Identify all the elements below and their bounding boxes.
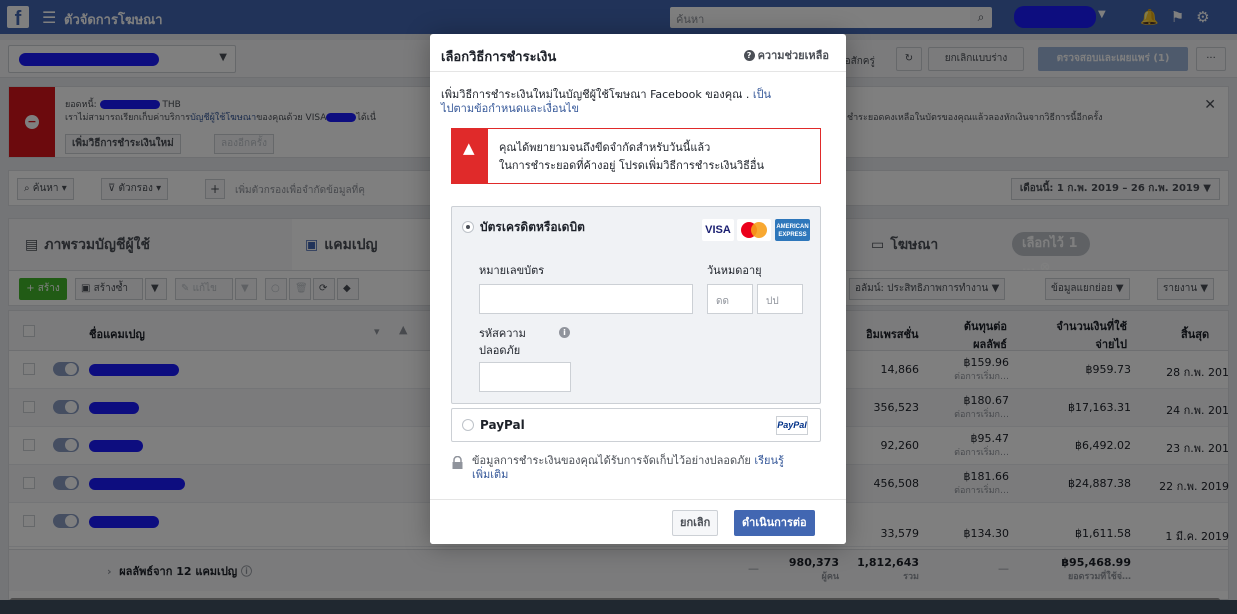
- expiry-month-input[interactable]: ดด: [707, 284, 753, 314]
- error-text: คุณได้พยายามจนถึงขีดจำกัดสำหรับวันนี้แล้…: [499, 139, 764, 175]
- card-option-label[interactable]: บัตรเครดิตหรือเดบิต: [480, 218, 585, 237]
- learn-more-link[interactable]: เรียนรู้: [754, 454, 784, 467]
- cvv-label-line1: รหัสความ: [479, 327, 526, 340]
- paypal-radio[interactable]: [462, 419, 474, 431]
- error-side: ▲: [452, 129, 488, 183]
- help-link[interactable]: ? ความช่วยเหลือ: [743, 46, 829, 64]
- cvv-label: รหัสความ ปลอดภัย: [479, 325, 526, 359]
- limit-error-box: ▲ คุณได้พยายามจนถึงขีดจำกัดสำหรับวันนี้แ…: [451, 128, 821, 184]
- continue-button[interactable]: ดำเนินการต่อ: [734, 510, 815, 536]
- terms-link[interactable]: ไปตามข้อกำหนดและเงื่อนไข: [441, 102, 579, 115]
- card-number-label: หมายเลขบัตร: [479, 264, 545, 277]
- info-icon[interactable]: i: [559, 327, 570, 338]
- expiry-year-input[interactable]: ปป: [757, 284, 803, 314]
- paypal-logo-icon: PayPal: [776, 416, 808, 435]
- expiry-label: วันหมดอายุ: [707, 264, 762, 277]
- card-option-panel[interactable]: บัตรเครดิตหรือเดบิต VISA AMERICAN EXPRES…: [451, 206, 821, 404]
- dialog-title: เลือกวิธีการชำระเงิน: [441, 50, 557, 65]
- paypal-label[interactable]: PayPal: [480, 418, 525, 432]
- learn-more-link-part2[interactable]: เพิ่มเติม: [472, 468, 508, 481]
- secure-text: ข้อมูลการชำระเงินของคุณได้รับการจัดเก็บไ…: [472, 454, 751, 467]
- question-icon: ?: [743, 50, 755, 61]
- dialog-intro: เพิ่มวิธีการชำระเงินใหม่ในบัญชีผู้ใช้โฆษ…: [441, 88, 833, 116]
- dialog-footer: ยกเลิก ดำเนินการต่อ: [430, 499, 846, 544]
- terms-link-part1[interactable]: เป็น: [753, 88, 771, 101]
- card-radio[interactable]: [462, 221, 474, 233]
- intro-text: เพิ่มวิธีการชำระเงินใหม่ในบัญชีผู้ใช้โฆษ…: [441, 88, 750, 101]
- dialog-header: เลือกวิธีการชำระเงิน ? ความช่วยเหลือ: [430, 34, 846, 72]
- os-taskbar: [0, 600, 1237, 614]
- payment-method-dialog: เลือกวิธีการชำระเงิน ? ความช่วยเหลือ เพิ่…: [430, 34, 846, 544]
- amex-logo-icon: AMERICAN EXPRESS: [775, 219, 810, 241]
- visa-logo-icon: VISA: [702, 219, 734, 241]
- cvv-input[interactable]: [479, 362, 571, 392]
- mastercard-logo-icon: [737, 219, 771, 241]
- paypal-option[interactable]: PayPal PayPal: [451, 408, 821, 442]
- error-line1: คุณได้พยายามจนถึงขีดจำกัดสำหรับวันนี้แล้…: [499, 141, 711, 154]
- error-line2: ในการชำระยอดที่ค้างอยู่ โปรดเพิ่มวิธีการ…: [499, 159, 764, 172]
- card-number-input[interactable]: [479, 284, 693, 314]
- cvv-label-line2: ปลอดภัย: [479, 344, 521, 357]
- warning-icon: ▲: [463, 139, 475, 157]
- help-label: ความช่วยเหลือ: [757, 49, 829, 62]
- secure-notice: ข้อมูลการชำระเงินของคุณได้รับการจัดเก็บไ…: [452, 454, 832, 482]
- lock-icon: [452, 456, 463, 469]
- cancel-button[interactable]: ยกเลิก: [672, 510, 719, 536]
